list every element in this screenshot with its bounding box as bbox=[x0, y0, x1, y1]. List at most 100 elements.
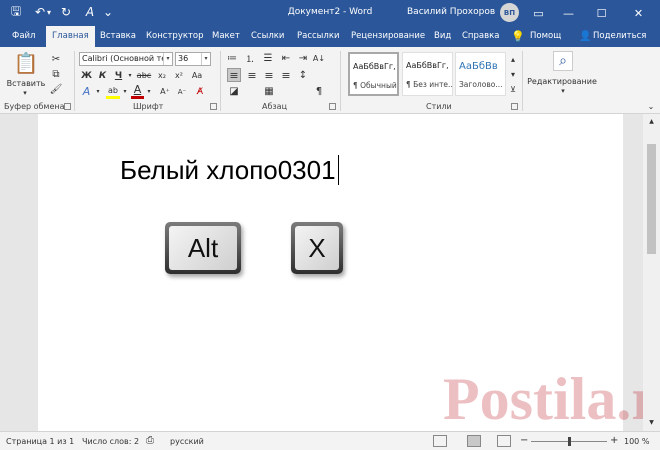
chevron-down-icon[interactable]: ▾ bbox=[201, 53, 210, 65]
sort-icon[interactable]: A↓ bbox=[312, 52, 326, 65]
align-right-button[interactable]: ≡ bbox=[262, 68, 276, 82]
cut-icon[interactable]: ✂ bbox=[50, 53, 62, 65]
tab-mailings[interactable]: Рассылки bbox=[297, 26, 339, 47]
language-indicator[interactable]: русский bbox=[170, 437, 204, 446]
show-marks-icon[interactable]: ¶ bbox=[312, 85, 326, 98]
search-icon[interactable]: ⌕ bbox=[553, 51, 573, 71]
redo-icon[interactable]: ↻ bbox=[58, 4, 74, 20]
shading-icon[interactable]: ◪ bbox=[227, 85, 241, 98]
clipboard-launcher-icon[interactable] bbox=[64, 103, 71, 110]
zoom-level[interactable]: 100 % bbox=[624, 437, 649, 446]
highlight-dropdown-icon[interactable]: ▾ bbox=[121, 85, 129, 98]
text-effects-dropdown-icon[interactable]: ▾ bbox=[94, 85, 102, 98]
tab-file[interactable]: Файл bbox=[12, 26, 35, 47]
collapse-ribbon-icon[interactable]: ⌄ bbox=[646, 101, 656, 111]
styles-more-icon[interactable]: ⊻ bbox=[508, 82, 518, 96]
italic-button[interactable]: К bbox=[96, 69, 109, 82]
clear-formatting-icon[interactable]: A̸ bbox=[193, 85, 207, 98]
zoom-slider-thumb[interactable] bbox=[567, 437, 571, 446]
editing-dropdown-icon[interactable]: ▾ bbox=[558, 87, 568, 95]
document-page[interactable]: Белый хлопо0301 Alt + X Postila.ru bbox=[38, 114, 660, 431]
user-name[interactable]: Василий Прохоров bbox=[407, 7, 495, 17]
justify-button[interactable]: ≡ bbox=[279, 68, 293, 82]
close-icon[interactable]: ✕ bbox=[625, 0, 652, 26]
underline-dropdown-icon[interactable]: ▾ bbox=[126, 69, 134, 82]
clipboard-group-label: Буфер обмена bbox=[4, 102, 65, 111]
numbering-icon[interactable]: ⒈ bbox=[243, 52, 257, 65]
shrink-font-icon[interactable]: A⁻ bbox=[175, 85, 189, 98]
page-count[interactable]: Страница 1 из 1 bbox=[6, 437, 74, 446]
tab-layout[interactable]: Макет bbox=[212, 26, 240, 47]
underline-button[interactable]: Ч bbox=[112, 69, 125, 82]
tab-references[interactable]: Ссылки bbox=[251, 26, 284, 47]
word-count[interactable]: Число слов: 2 bbox=[82, 437, 139, 446]
scroll-down-icon[interactable]: ▼ bbox=[643, 417, 660, 427]
zoom-out-button[interactable]: − bbox=[520, 435, 528, 446]
line-spacing-icon[interactable]: ↕ bbox=[296, 68, 310, 82]
strikethrough-button[interactable]: abc bbox=[136, 69, 152, 82]
superscript-button[interactable]: x² bbox=[172, 69, 186, 82]
chevron-down-icon[interactable]: ▾ bbox=[163, 53, 172, 65]
highlight-icon[interactable]: ab bbox=[106, 84, 120, 96]
font-color-icon[interactable]: A bbox=[131, 83, 144, 96]
change-case-icon[interactable]: Aa bbox=[190, 69, 204, 82]
paragraph-launcher-icon[interactable] bbox=[329, 103, 336, 110]
editing-button[interactable]: Редактирование bbox=[526, 75, 598, 87]
tab-help[interactable]: Справка bbox=[462, 26, 499, 47]
proofing-icon[interactable]: ⎙ bbox=[146, 435, 154, 446]
style-heading[interactable]: АаБбВв Заголово... bbox=[455, 52, 506, 96]
minimize-icon[interactable]: — bbox=[555, 0, 582, 26]
text-effects-icon[interactable]: A bbox=[80, 85, 93, 98]
font-size-select[interactable]: 36 ▾ bbox=[175, 52, 211, 66]
tab-view[interactable]: Вид bbox=[434, 26, 451, 47]
styles-scroll-down-icon[interactable]: ▾ bbox=[508, 67, 518, 81]
share-icon[interactable]: 👤 bbox=[579, 26, 591, 47]
lightbulb-icon[interactable]: 💡 bbox=[511, 26, 525, 47]
increase-indent-icon[interactable]: ⇥ bbox=[296, 52, 310, 65]
multilevel-list-icon[interactable]: ☰ bbox=[261, 52, 275, 65]
paste-dropdown-icon[interactable]: ▾ bbox=[20, 89, 30, 97]
font-launcher-icon[interactable] bbox=[210, 103, 217, 110]
styles-launcher-icon[interactable] bbox=[511, 103, 518, 110]
scroll-up-icon[interactable]: ▲ bbox=[643, 116, 660, 126]
style-normal[interactable]: АаБбВвГг, ¶ Обычный bbox=[348, 52, 399, 96]
align-left-button[interactable]: ≡ bbox=[227, 68, 241, 82]
key-alt-label: Alt bbox=[169, 226, 237, 270]
bold-button[interactable]: Ж bbox=[80, 69, 93, 82]
share-button[interactable]: Поделиться bbox=[593, 26, 646, 47]
align-center-button[interactable]: ≡ bbox=[245, 68, 259, 82]
document-text[interactable]: Белый хлопо0301 bbox=[120, 155, 339, 186]
decrease-indent-icon[interactable]: ⇤ bbox=[279, 52, 293, 65]
borders-icon[interactable]: ▦ bbox=[262, 85, 276, 98]
paste-button[interactable]: Вставить bbox=[5, 77, 47, 89]
zoom-in-button[interactable]: + bbox=[610, 435, 618, 446]
tab-insert[interactable]: Вставка bbox=[100, 26, 136, 47]
save-icon[interactable]: 🖫 bbox=[8, 4, 24, 20]
format-painter-icon[interactable]: 🖌 bbox=[50, 83, 63, 95]
subscript-button[interactable]: x₂ bbox=[155, 69, 169, 82]
autoformat-icon[interactable]: A bbox=[82, 4, 98, 20]
maximize-icon[interactable]: ☐ bbox=[588, 0, 615, 26]
grow-font-icon[interactable]: A⁺ bbox=[158, 85, 172, 98]
tab-review[interactable]: Рецензирование bbox=[351, 26, 425, 47]
vertical-scrollbar[interactable]: ▲ ▼ bbox=[643, 114, 660, 431]
scroll-thumb[interactable] bbox=[647, 144, 656, 254]
paste-icon[interactable]: 📋 bbox=[12, 51, 40, 75]
font-color-dropdown-icon[interactable]: ▾ bbox=[145, 85, 153, 98]
bullets-icon[interactable]: ≔ bbox=[225, 52, 239, 65]
read-mode-icon[interactable] bbox=[433, 435, 447, 447]
tab-home[interactable]: Главная bbox=[46, 26, 95, 47]
ribbon-display-icon[interactable]: ▭ bbox=[525, 0, 552, 26]
styles-scroll-up-icon[interactable]: ▴ bbox=[508, 52, 518, 66]
undo-dropdown-icon[interactable]: ▾ bbox=[45, 4, 53, 20]
style-no-spacing[interactable]: АаБбВвГг, ¶ Без инте... bbox=[402, 52, 453, 96]
zoom-slider[interactable] bbox=[531, 437, 607, 446]
font-name-select[interactable]: Calibri (Основной тек ▾ bbox=[79, 52, 173, 66]
tell-me-search[interactable]: Помощ bbox=[530, 26, 561, 47]
copy-icon[interactable]: ⧉ bbox=[50, 68, 62, 80]
avatar[interactable]: ВП bbox=[500, 3, 519, 22]
customize-qat-icon[interactable]: ⌄ bbox=[100, 4, 116, 20]
web-layout-icon[interactable] bbox=[497, 435, 511, 447]
tab-design[interactable]: Конструктор bbox=[146, 26, 204, 47]
print-layout-icon[interactable] bbox=[467, 435, 481, 447]
